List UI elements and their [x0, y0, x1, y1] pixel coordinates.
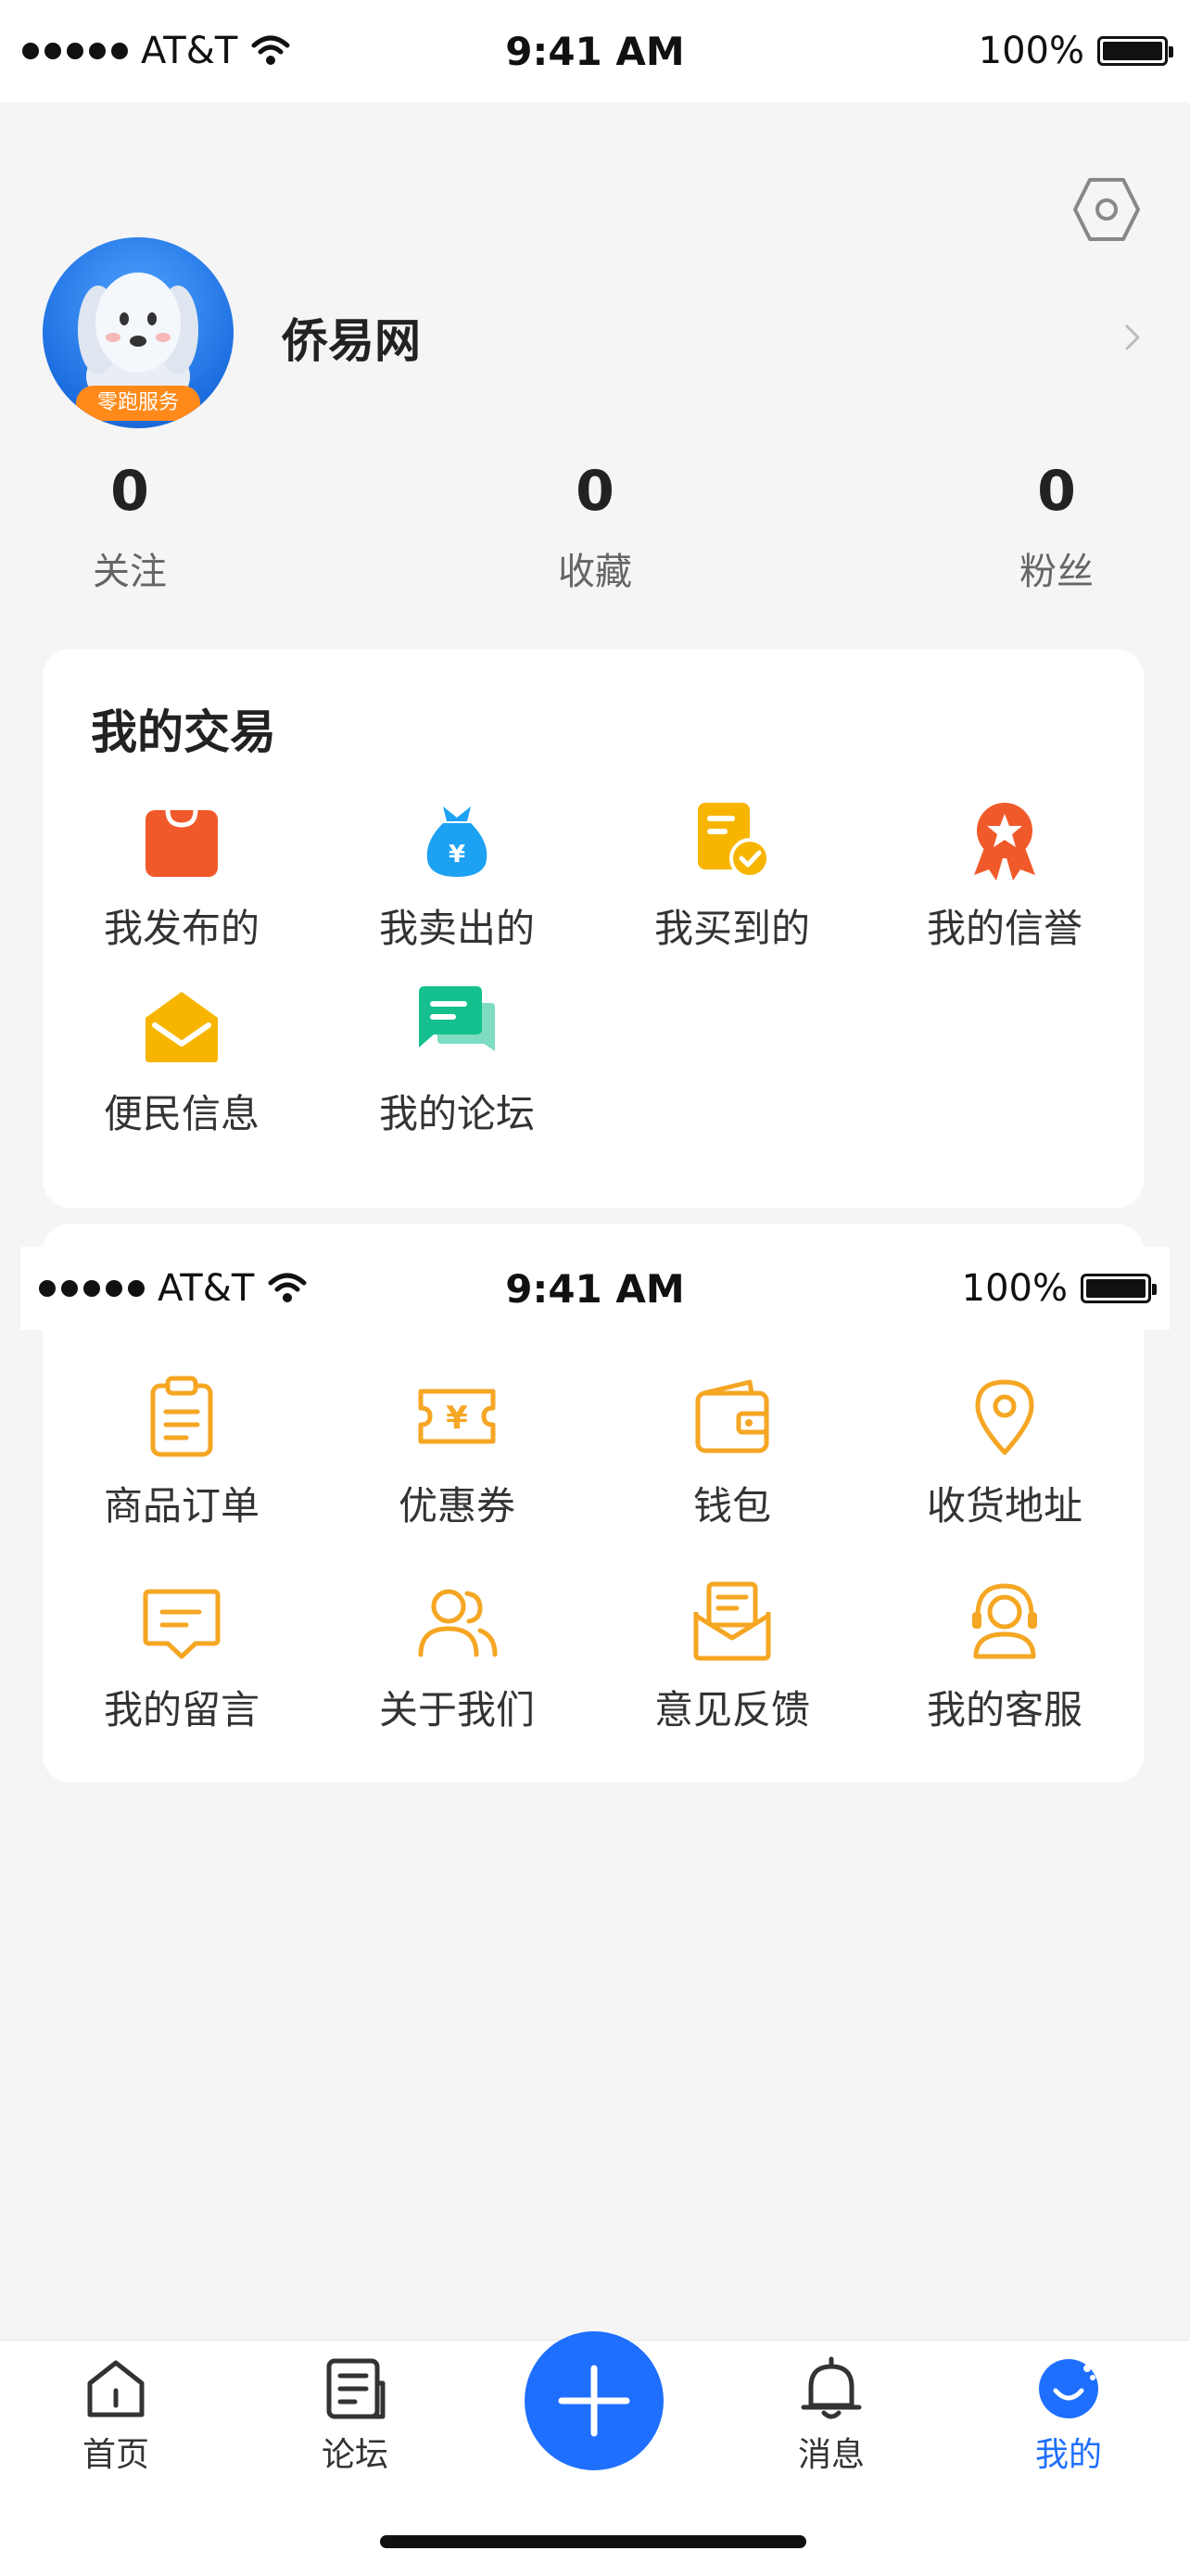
carrier-label: AT&T	[158, 1267, 255, 1310]
clipboard-icon	[150, 1376, 213, 1457]
stat-value: 0	[576, 459, 614, 524]
tab-home[interactable]: 首页	[37, 2355, 195, 2476]
status-right: 100%	[961, 1267, 1157, 1310]
stat-label: 关注	[93, 551, 167, 593]
carrier-label: AT&T	[141, 30, 238, 72]
avatar[interactable]: 零跑服务	[43, 237, 234, 428]
add-post-button[interactable]	[525, 2331, 664, 2470]
settings-hexagon-icon[interactable]	[1071, 174, 1142, 245]
home-indicator	[380, 2535, 806, 2548]
tab-label: 消息	[797, 2436, 865, 2474]
headset-icon	[972, 1583, 1037, 1659]
receipt-check-icon	[698, 803, 770, 879]
item-label: 我买到的	[653, 906, 810, 951]
service-item-orders[interactable]: 商品订单	[43, 1375, 321, 1560]
avatar-badge: 零跑服务	[76, 386, 200, 421]
item-label: 意见反馈	[653, 1687, 810, 1732]
trade-item-local-info[interactable]: 便民信息	[43, 983, 321, 1168]
tab-label: 论坛	[321, 2436, 388, 2474]
wallet-icon	[695, 1379, 769, 1453]
location-pin-icon	[975, 1379, 1034, 1455]
item-label: 钱包	[692, 1483, 771, 1529]
coupon-icon: ¥	[418, 1389, 496, 1444]
stat-followers[interactable]: 0 粉丝	[936, 454, 1177, 595]
status-bar: AT&T 9:41 AM 100%	[0, 0, 1190, 102]
inner-status-bar: AT&T 9:41 AM 100%	[20, 1247, 1170, 1330]
stat-value: 0	[1037, 459, 1076, 524]
my-trades-card: 我的交易 我发布的 ¥ 我卖出的 我买到的 我的信誉 便民信息 我的论坛	[43, 649, 1144, 1208]
trade-item-sold[interactable]: ¥ 我卖出的	[318, 797, 596, 983]
envelope-icon	[146, 992, 218, 1062]
svg-text:¥: ¥	[449, 841, 465, 869]
username: 侨易网	[282, 314, 421, 368]
service-item-support[interactable]: 我的客服	[866, 1579, 1144, 1764]
card-title: 我的交易	[91, 705, 276, 759]
bell-icon	[801, 2356, 862, 2419]
item-label: 便民信息	[103, 1091, 260, 1136]
stat-label: 收藏	[558, 551, 632, 593]
wifi-icon	[251, 35, 290, 65]
shopping-bag-icon	[146, 807, 218, 877]
tab-label: 首页	[82, 2436, 149, 2474]
battery-icon	[1097, 36, 1173, 66]
home-icon	[87, 2360, 145, 2417]
item-label: 关于我们	[378, 1687, 535, 1732]
trade-item-bought[interactable]: 我买到的	[593, 797, 871, 983]
money-bag-icon: ¥	[426, 806, 487, 877]
battery-percent: 100%	[961, 1267, 1068, 1310]
battery-icon	[1081, 1274, 1157, 1303]
trade-item-reputation[interactable]: 我的信誉	[866, 797, 1144, 983]
users-icon	[418, 1589, 498, 1657]
status-left: AT&T	[39, 1267, 308, 1310]
service-item-wallet[interactable]: 钱包	[593, 1375, 871, 1560]
document-icon	[326, 2358, 386, 2419]
stat-value: 0	[110, 459, 149, 524]
item-label: 收货地址	[926, 1483, 1082, 1529]
service-item-about[interactable]: 关于我们	[318, 1579, 596, 1764]
tab-messages[interactable]: 消息	[753, 2355, 910, 2476]
status-right: 100%	[978, 30, 1173, 72]
stat-label: 粉丝	[1019, 551, 1094, 593]
trade-item-published[interactable]: 我发布的	[43, 797, 321, 983]
item-label: 我发布的	[103, 906, 260, 951]
profile-stats: 0 关注 0 收藏 0 粉丝	[0, 454, 1190, 612]
mail-open-icon	[693, 1581, 771, 1661]
chevron-right-icon[interactable]	[1120, 319, 1146, 356]
signal-icon	[39, 1280, 145, 1297]
stat-following[interactable]: 0 关注	[9, 454, 250, 595]
item-label: 商品订单	[103, 1483, 260, 1529]
stat-favorites[interactable]: 0 收藏	[475, 454, 715, 595]
tab-me[interactable]: 我的	[990, 2355, 1147, 2476]
service-item-address[interactable]: 收货地址	[866, 1375, 1144, 1560]
signal-icon	[22, 43, 128, 59]
trade-item-forum[interactable]: 我的论坛	[318, 983, 596, 1168]
service-item-coupons[interactable]: ¥ 优惠券	[318, 1375, 596, 1560]
item-label: 我的论坛	[378, 1091, 535, 1136]
tab-label: 我的	[1034, 2436, 1102, 2474]
service-item-messages[interactable]: 我的留言	[43, 1579, 321, 1764]
item-label: 我的信誉	[926, 906, 1082, 951]
medal-icon	[974, 803, 1035, 881]
profile-header[interactable]: 零跑服务 侨易网	[43, 237, 1146, 432]
service-item-feedback[interactable]: 意见反馈	[593, 1579, 871, 1764]
status-left: AT&T	[22, 30, 291, 72]
svg-text:¥: ¥	[446, 1400, 468, 1437]
chat-icon	[419, 986, 495, 1051]
message-icon	[143, 1589, 221, 1659]
tab-forum[interactable]: 论坛	[276, 2355, 434, 2476]
wifi-icon	[268, 1273, 307, 1302]
profile-icon	[1039, 2359, 1098, 2418]
item-label: 优惠券	[398, 1483, 515, 1529]
item-label: 我的客服	[926, 1687, 1082, 1732]
item-label: 我卖出的	[378, 906, 535, 951]
item-label: 我的留言	[103, 1687, 260, 1732]
plus-icon	[558, 2365, 630, 2437]
battery-percent: 100%	[978, 30, 1084, 72]
